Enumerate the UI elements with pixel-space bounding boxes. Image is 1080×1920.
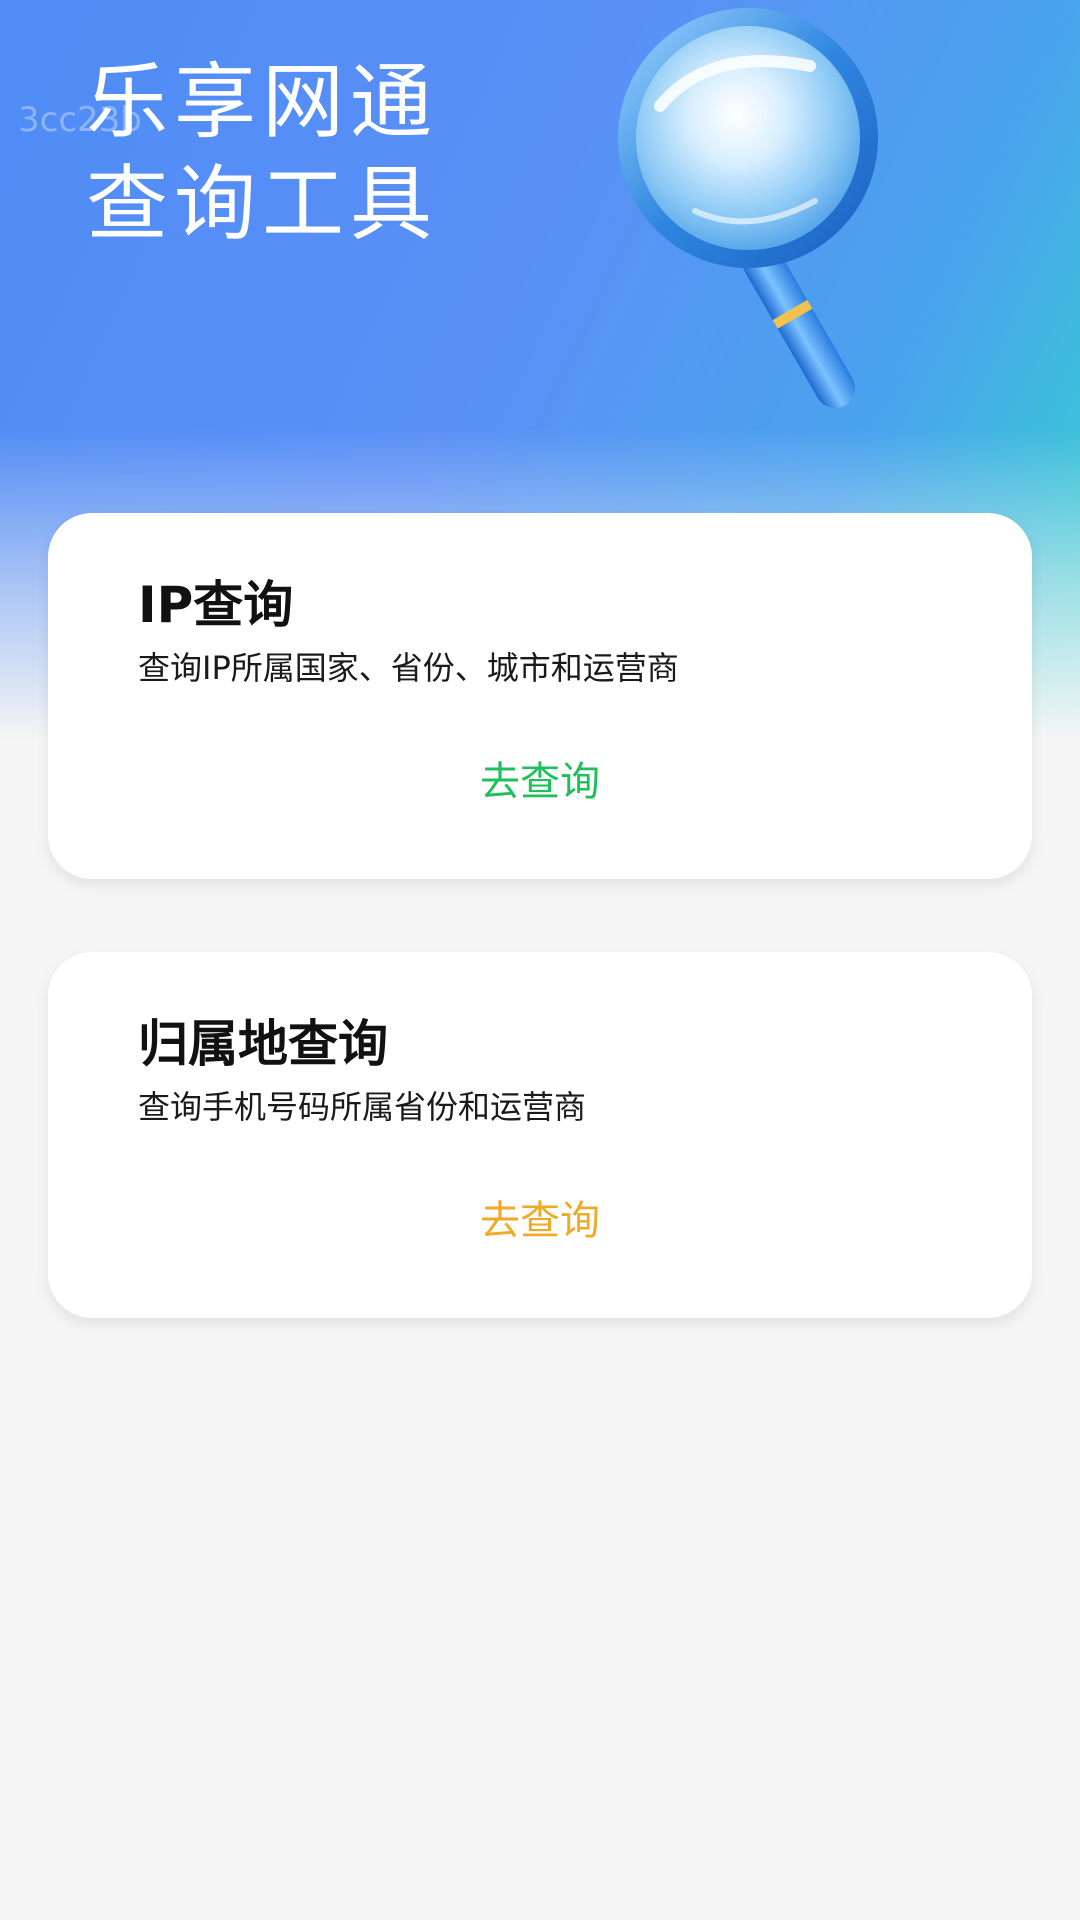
app-title: 乐享网通 查询工具 [86,52,438,256]
card-description: 查询IP所属国家、省份、城市和运营商 [138,649,679,687]
phone-location-button[interactable]: 去查询 [48,1188,1032,1246]
magnifying-glass-icon [618,8,878,408]
ip-lookup-card[interactable]: IP查询 查询IP所属国家、省份、城市和运营商 去查询 [48,513,1032,879]
phone-location-card[interactable]: 归属地查询 查询手机号码所属省份和运营商 去查询 [48,952,1032,1318]
ip-lookup-button[interactable]: 去查询 [48,749,1032,807]
app-title-line-1: 乐享网通 [86,55,439,150]
card-title: IP查询 [138,576,294,634]
app-title-line-2: 查询工具 [86,157,439,252]
card-description: 查询手机号码所属省份和运营商 [138,1088,587,1126]
card-title: 归属地查询 [138,1015,388,1073]
